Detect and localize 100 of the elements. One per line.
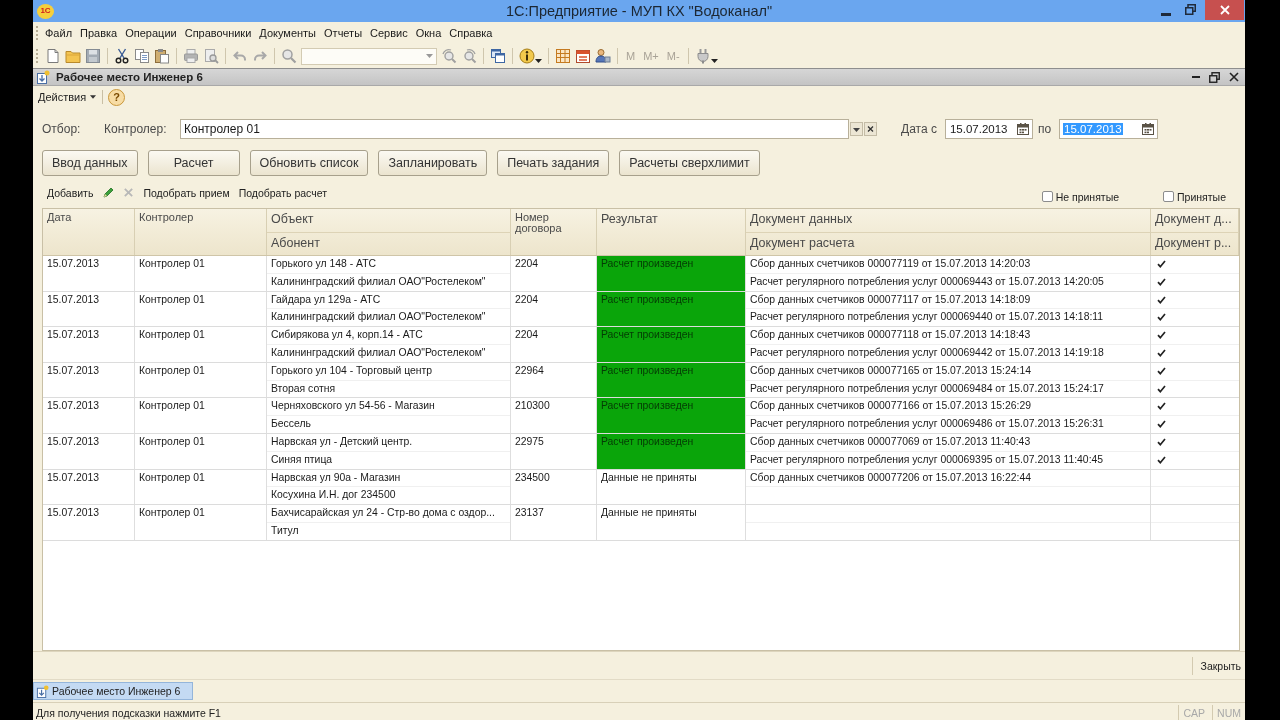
undo-icon[interactable] [232,48,248,64]
table-cell: 15.07.2013 [43,433,135,469]
printer-icon[interactable] [183,48,199,64]
table-cell: Расчет произведен [597,291,746,327]
menu-item[interactable]: Документы [255,27,321,39]
menu-item[interactable]: Справка [445,27,497,39]
calendar-icon[interactable] [1142,122,1155,135]
caret-icon [90,95,97,99]
print-preview-icon[interactable] [203,48,219,64]
column-header[interactable]: Результат [597,209,746,255]
close-icon [1219,5,1230,15]
toolbar-link[interactable]: Подобрать расчет [238,186,327,199]
menu-item[interactable]: Операции [121,27,181,39]
restore-icon[interactable] [1209,71,1220,83]
search-icon[interactable] [281,48,297,64]
column-header[interactable]: Номер договора [511,209,597,255]
table-cell-text: Калининградский филиал ОАО"Ростелеком" [270,274,487,289]
table-cell-text: Калининградский филиал ОАО"Ростелеком" [270,310,487,325]
redo-icon[interactable] [252,48,268,64]
column-header[interactable]: Контролер [135,209,267,255]
window-tab[interactable]: Рабочее место Инженер 6 [33,682,193,700]
menu-item[interactable]: Справочники [180,27,256,39]
column-header[interactable]: Документ расчета [746,232,1151,255]
clear-icon[interactable] [864,121,877,136]
table-cell-text: Бессель [270,417,312,432]
close-icon[interactable] [1229,72,1239,82]
windows-icon[interactable] [490,48,506,64]
action-button[interactable]: Расчет [147,150,240,176]
toolbar-link[interactable]: Подобрать прием [143,186,230,199]
status-hint: Для получения подсказки нажмите F1 [36,707,221,719]
table-cell: Сбор данных счетчиков 000077117 от 15.07.2013 14:18:09 [746,291,1150,310]
table-cell: Контролер 01 [135,469,267,505]
column-header[interactable]: Документ р... [1151,232,1239,255]
table-cell: Расчет произведен [597,327,746,362]
table-cell: Сбор данных счетчиков 000077118 от 15.07.2013 14:18:43 [746,327,1150,345]
table-cell-text: Расчет регулярного потребления услуг 000069484 от 15.07.2013 15:24:17 [749,381,1105,396]
app-logo: 1С [37,3,54,19]
document-icon [36,70,50,84]
checkbox-label: Принятые [1177,190,1226,203]
close-button[interactable]: Закрыть [1191,656,1245,675]
menu-item[interactable]: Сервис [366,27,412,39]
table-cell: Расчет произведен [597,398,746,433]
key-indicator: CAP [1178,705,1210,720]
column-header[interactable]: Объект [267,209,511,232]
column-header[interactable]: Документ д... [1151,209,1239,232]
minimize-icon[interactable] [1161,12,1171,16]
table-cell: Данные не приняты [597,469,746,505]
menu-item[interactable]: Правка [76,27,122,39]
restore-icon[interactable] [1185,3,1196,15]
pencil-icon[interactable] [102,186,115,199]
paste-icon[interactable] [154,48,170,64]
search-field[interactable] [301,47,437,65]
document-icon [36,684,49,698]
table-cell: Горького ул 104 - Торговый центр [267,362,510,381]
table-cell: 15.07.2013 [43,398,135,433]
info-icon[interactable] [519,48,535,64]
menu-item[interactable]: Отчеты [320,27,367,39]
column-header[interactable]: Абонент [267,232,511,255]
help-button[interactable]: ? [108,88,126,106]
close-button[interactable] [1205,0,1244,20]
table-cell: Нарвская ул 90а - Магазин [267,469,510,488]
table-cell-text: Расчет регулярного потребления услуг 000069443 от 15.07.2013 14:20:05 [749,274,1105,289]
checkbox[interactable] [1041,191,1053,202]
find-previous-icon[interactable] [461,48,477,64]
menu-item[interactable]: Окна [411,27,446,39]
action-button[interactable]: Расчеты сверхлимит [619,150,760,176]
scissors-icon[interactable] [114,48,130,64]
column-header[interactable]: Документ данных [746,209,1151,232]
date-field[interactable]: 15.07.2013 [944,118,1033,139]
action-button[interactable]: Печать задания [497,150,610,176]
column-header[interactable]: Дата [43,209,135,255]
checkbox[interactable] [1163,191,1175,202]
document-window-title: Рабочее место Инженер 6 [56,71,203,83]
action-button[interactable]: Ввод данных [42,150,138,176]
calendar-icon[interactable] [1016,122,1029,135]
calendar-icon[interactable] [575,48,591,64]
table-cell: Контролер 01 [135,256,267,291]
controller-field[interactable]: Контролер 01 [180,118,849,139]
folder-icon[interactable] [65,48,81,64]
table-cell: 234500 [511,469,597,505]
table-cell: 15.07.2013 [43,505,135,540]
table-cell: Сибирякова ул 4, корп.14 - АТС [267,327,510,345]
table-cell: Сбор данных счетчиков 000077166 от 15.07.2013 15:26:29 [746,398,1150,417]
table-cell: Сбор данных счетчиков 000077069 от 15.07.2013 11:40:43 [746,433,1150,452]
action-button[interactable]: Обновить список [249,150,369,176]
caret-icon[interactable] [710,58,718,63]
actions-menu-button[interactable]: Действия [38,91,97,103]
table-cell: 15.07.2013 [43,362,135,398]
user-icon[interactable] [595,48,611,64]
grid-icon[interactable] [555,48,571,64]
table-cell: Нарвская ул - Детский центр. [267,433,510,452]
menu-item[interactable]: Файл [41,27,77,39]
table-cell: Расчет произведен [597,256,746,291]
table-cell: Гайдара ул 129а - АТС [267,291,510,310]
filter-label: Отбор: [42,121,82,136]
new-document-icon[interactable] [45,48,61,64]
action-button[interactable]: Запланировать [378,150,488,176]
find-next-icon[interactable] [441,48,457,64]
add-button[interactable]: Добавить [47,186,94,199]
caret-icon[interactable] [535,58,542,63]
